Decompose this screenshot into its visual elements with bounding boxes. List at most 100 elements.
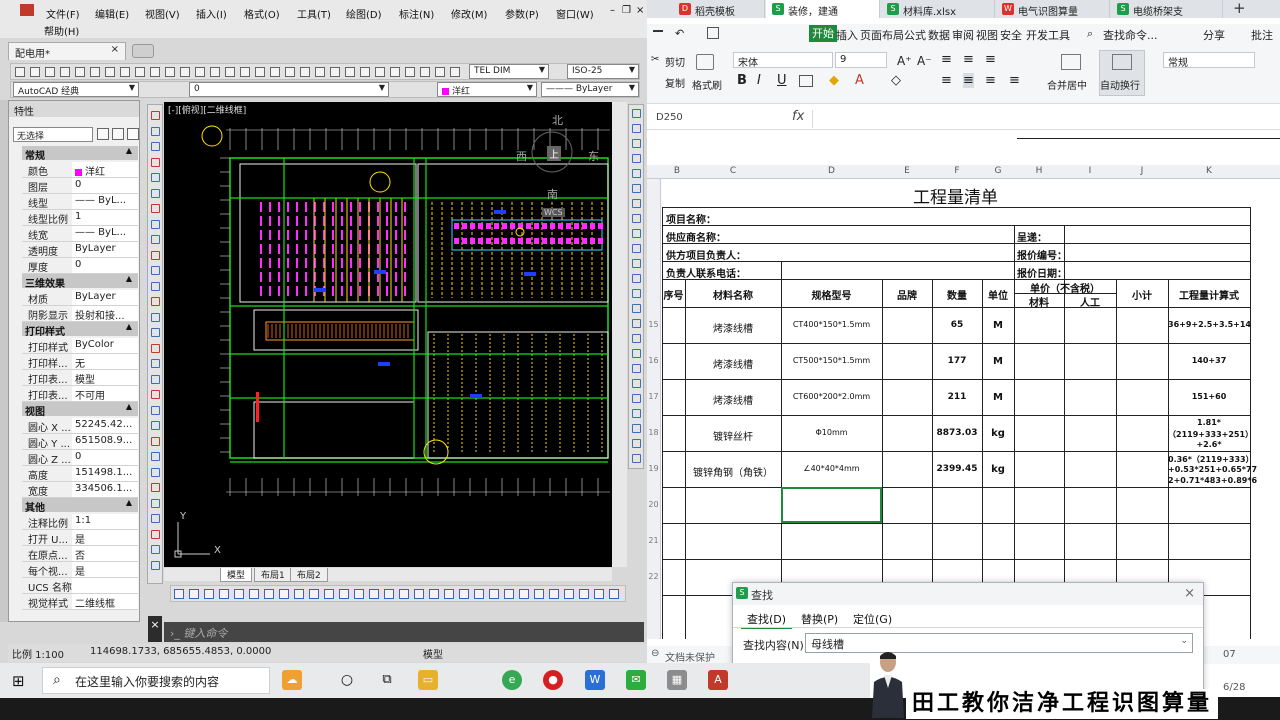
shrink-font-icon[interactable]: A⁻ (917, 54, 932, 68)
row-header[interactable]: 17 (647, 392, 660, 401)
command-close-icon[interactable]: × (148, 616, 162, 642)
align-top-icon[interactable]: ≡ (941, 52, 952, 67)
row-unit[interactable]: kg (982, 464, 1014, 475)
modify-tool-icon[interactable] (632, 139, 641, 148)
cad-menu-format[interactable]: 格式(O) (244, 6, 280, 21)
header-brand[interactable]: 品牌 (882, 287, 932, 302)
dimension-tool-icon[interactable] (474, 589, 484, 599)
property-value[interactable]: 是 (75, 531, 143, 546)
property-row[interactable]: 线型 —— ByL... (22, 194, 138, 210)
property-row[interactable]: 注释比例 1:1 (22, 514, 138, 530)
property-value[interactable]: 651508.9... (75, 435, 143, 446)
save-icon[interactable] (707, 27, 719, 39)
cad-menu-dimension[interactable]: 标注(N) (399, 6, 434, 21)
draw-tool-icon[interactable] (151, 111, 160, 120)
row-material-name[interactable]: 镀锌角钢（角铁） (685, 464, 781, 479)
property-value[interactable]: 洋红 (75, 163, 143, 178)
find-content-input[interactable]: 母线槽 ⌄ (805, 633, 1193, 653)
dimension-tool-icon[interactable] (549, 589, 559, 599)
toolbar-tool-icon[interactable] (450, 67, 460, 77)
align-right-icon[interactable]: ≡ (985, 73, 996, 88)
find-command[interactable]: 查找命令... (1103, 27, 1158, 43)
quote-no-label[interactable]: 报价编号： (1017, 247, 1067, 262)
row-qty[interactable]: 8873.03 (932, 428, 982, 438)
draw-tool-icon[interactable] (151, 266, 160, 275)
number-format-combo[interactable]: 常规 (1163, 52, 1255, 69)
header-spec[interactable]: 规格型号 (781, 287, 882, 302)
underline-icon[interactable]: U (777, 73, 787, 88)
row-formula[interactable]: 140+37 (1168, 356, 1250, 365)
tab-material-library[interactable]: S 材料库.xlsx (881, 0, 995, 18)
property-row[interactable]: 打印表... 不可用 (22, 386, 138, 402)
dimension-tool-icon[interactable] (579, 589, 589, 599)
project-name-label[interactable]: 项目名称： (666, 211, 716, 226)
modify-tool-icon[interactable] (632, 379, 641, 388)
replace-tab[interactable]: 替换(P) (795, 611, 844, 627)
draw-tool-icon[interactable] (151, 390, 160, 399)
property-value[interactable]: ByLayer (75, 291, 143, 302)
toolbar-tool-icon[interactable] (60, 67, 70, 77)
fill-color-icon[interactable]: ◆ (829, 73, 839, 88)
cortana-icon[interactable]: ○ (337, 670, 357, 690)
align-middle-icon[interactable]: ≡ (963, 52, 974, 67)
taskbar-search-box[interactable]: ⌕ 在这里输入你要搜索的内容 (42, 667, 270, 694)
header-mat[interactable]: 材料 (1014, 294, 1064, 309)
undo-icon[interactable]: ↶ (675, 27, 684, 40)
layer-combo[interactable]: 0 ▼ (189, 82, 389, 97)
quick-select-icon[interactable] (127, 128, 139, 140)
toolbar-tool-icon[interactable] (180, 67, 190, 77)
draw-tool-icon[interactable] (151, 250, 160, 260)
wrap-icon[interactable] (1112, 54, 1132, 70)
draw-tool-icon[interactable] (151, 545, 160, 554)
dimension-tool-icon[interactable] (219, 589, 229, 599)
palette-side-strip[interactable] (0, 100, 8, 622)
quote-date-label[interactable]: 报价日期： (1017, 265, 1067, 280)
property-value[interactable]: 不可用 (75, 387, 143, 402)
modify-tool-icon[interactable] (632, 229, 641, 238)
worksheet[interactable]: 15 16 17 18 19 20 21 22 工程量清单 项目名称： 供应商名称： 呈递： 供方项… (647, 179, 1280, 639)
property-value[interactable]: 334506.1... (75, 483, 143, 494)
border-icon[interactable] (799, 75, 813, 87)
draw-tool-icon[interactable] (151, 343, 160, 353)
draw-tool-icon[interactable] (151, 173, 160, 182)
modify-tool-icon[interactable] (632, 289, 641, 298)
row-header[interactable]: 20 (647, 500, 660, 509)
modify-tool-icon[interactable] (632, 199, 641, 208)
row-spec[interactable]: CT600*200*2.0mm (781, 392, 882, 401)
task-view-icon[interactable]: ⧉ (377, 670, 397, 690)
cad-viewer-icon[interactable]: ▦ (667, 670, 687, 690)
modify-tool-icon[interactable] (632, 334, 641, 343)
property-row[interactable]: 厚度 0 (22, 258, 138, 274)
dimension-tool-icon[interactable] (354, 589, 364, 599)
sec-general-header[interactable]: 常规 ▲ (22, 146, 138, 162)
windows-start-icon[interactable]: ⊞ (12, 672, 25, 690)
header-subtotal[interactable]: 小计 (1116, 287, 1168, 302)
autocad-taskbar-icon[interactable]: A (708, 670, 728, 690)
row-formula[interactable]: 1.81* (1168, 418, 1250, 427)
scale-readout[interactable]: 比例 1:100 (12, 646, 64, 661)
toolbar-tool-icon[interactable] (150, 67, 160, 77)
modify-tool-icon[interactable] (632, 319, 641, 328)
col-header-k[interactable]: K (1168, 166, 1250, 176)
toolbar-tool-icon[interactable] (420, 67, 430, 77)
property-row[interactable]: 视觉样式 二维线框 (22, 594, 138, 610)
sec-3d-collapse-icon[interactable]: ▲ (126, 274, 132, 283)
toolbar-tool-icon[interactable] (165, 67, 175, 77)
property-value[interactable]: 二维线框 (75, 595, 143, 610)
header-labor[interactable]: 人工 (1064, 294, 1116, 309)
toolbar-tool-icon[interactable] (375, 67, 385, 77)
row-formula[interactable]: 0.36*（2119+333） (1168, 454, 1254, 465)
dimstyle-combo[interactable]: TEL DIM ▼ (469, 64, 549, 79)
dimension-tool-icon[interactable] (174, 589, 184, 599)
menu-security[interactable]: 安全 (1000, 27, 1022, 43)
name-box[interactable]: D250 (653, 111, 737, 127)
row-header[interactable]: 21 (647, 536, 660, 545)
cut-button[interactable]: 剪切 (665, 54, 685, 69)
property-row[interactable]: 阴影显示 投射和接... (22, 306, 138, 322)
goto-tab[interactable]: 定位(G) (847, 611, 898, 627)
dimension-tool-icon[interactable] (564, 589, 574, 599)
col-header-c[interactable]: C (685, 166, 781, 176)
dimension-tool-icon[interactable] (339, 589, 349, 599)
hamburger-icon[interactable] (653, 30, 663, 32)
modify-tool-icon[interactable] (632, 364, 641, 373)
